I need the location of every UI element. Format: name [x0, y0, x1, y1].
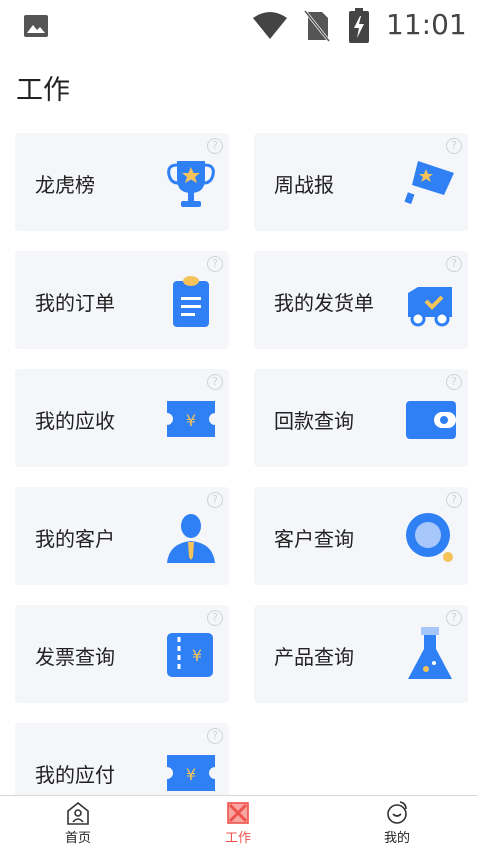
- svg-text:¥: ¥: [186, 411, 196, 430]
- card-label: 我的发货单: [274, 291, 374, 315]
- yuan-ticket-icon: ¥: [167, 755, 215, 791]
- card-my-delivery-notes[interactable]: 我的发货单 ?: [254, 251, 468, 349]
- wifi-icon: [253, 12, 287, 39]
- yuan-ticket-icon: ¥: [167, 401, 215, 437]
- help-icon[interactable]: ?: [446, 610, 462, 626]
- card-label: 客户查询: [274, 527, 354, 551]
- card-label: 我的应付: [35, 763, 115, 787]
- flask-icon: [408, 627, 452, 679]
- card-invoice-query[interactable]: 发票查询 ? ¥: [15, 605, 229, 703]
- tab-home-label: 首页: [64, 831, 91, 846]
- clipboard-icon: [173, 276, 209, 327]
- help-icon[interactable]: ?: [446, 492, 462, 508]
- card-label: 我的应收: [35, 409, 115, 433]
- card-weekly-report[interactable]: 周战报 ?: [254, 133, 468, 231]
- card-label: 周战报: [274, 173, 334, 197]
- work-icon: [227, 802, 249, 824]
- status-bar: 11:01: [0, 0, 478, 52]
- tab-work-label: 工作: [224, 831, 251, 846]
- card-leaderboard[interactable]: 龙虎榜 ?: [15, 133, 229, 231]
- help-icon[interactable]: ?: [207, 610, 223, 626]
- home-icon: [67, 801, 89, 825]
- card-label: 龙虎榜: [35, 173, 95, 197]
- help-icon[interactable]: ?: [207, 492, 223, 508]
- help-icon[interactable]: ?: [207, 256, 223, 272]
- help-icon[interactable]: ?: [446, 256, 462, 272]
- card-customer-query[interactable]: 客户查询 ?: [254, 487, 468, 585]
- no-sim-icon: [304, 10, 330, 42]
- tab-work[interactable]: 工作: [198, 800, 278, 848]
- help-icon[interactable]: ?: [207, 728, 223, 744]
- card-label: 回款查询: [274, 409, 354, 433]
- help-icon[interactable]: ?: [207, 374, 223, 390]
- customer-icon: [167, 514, 215, 563]
- invoice-icon: ¥: [167, 633, 213, 677]
- card-label: 我的订单: [35, 291, 115, 315]
- wallet-icon: [406, 401, 456, 439]
- card-label: 发票查询: [35, 645, 115, 669]
- help-icon[interactable]: ?: [446, 138, 462, 154]
- help-icon[interactable]: ?: [446, 374, 462, 390]
- card-label: 产品查询: [274, 645, 354, 669]
- delivery-truck-icon: [408, 287, 452, 327]
- help-icon[interactable]: ?: [207, 138, 223, 154]
- profile-icon: [387, 801, 407, 824]
- card-my-customers[interactable]: 我的客户 ?: [15, 487, 229, 585]
- image-notification-icon: [24, 15, 48, 37]
- tab-home[interactable]: 首页: [38, 800, 118, 848]
- work-grid: 龙虎榜 ? 周战报 ? 我的订单 ? 我的发货单 ? 我的应收 ? ¥ 回款查询…: [0, 120, 478, 795]
- card-product-query[interactable]: 产品查询 ?: [254, 605, 468, 703]
- card-label: 我的客户: [35, 527, 115, 551]
- page-title: 工作: [16, 75, 70, 106]
- tab-mine-label: 我的: [383, 831, 410, 846]
- battery-charging-icon: [349, 8, 369, 43]
- trophy-icon: [167, 161, 215, 207]
- card-my-orders[interactable]: 我的订单 ?: [15, 251, 229, 349]
- flag-icon: [404, 161, 454, 205]
- card-payment-query[interactable]: 回款查询 ?: [254, 369, 468, 467]
- svg-text:¥: ¥: [186, 765, 196, 784]
- tab-mine[interactable]: 我的: [357, 800, 437, 848]
- card-my-receivables[interactable]: 我的应收 ? ¥: [15, 369, 229, 467]
- card-my-payables[interactable]: 我的应付 ? ¥: [15, 723, 229, 795]
- magnifier-icon: [406, 513, 453, 562]
- clock-time: 11:01: [386, 8, 467, 41]
- bottom-nav: 首页 工作 我的: [0, 795, 478, 850]
- svg-text:¥: ¥: [192, 646, 202, 665]
